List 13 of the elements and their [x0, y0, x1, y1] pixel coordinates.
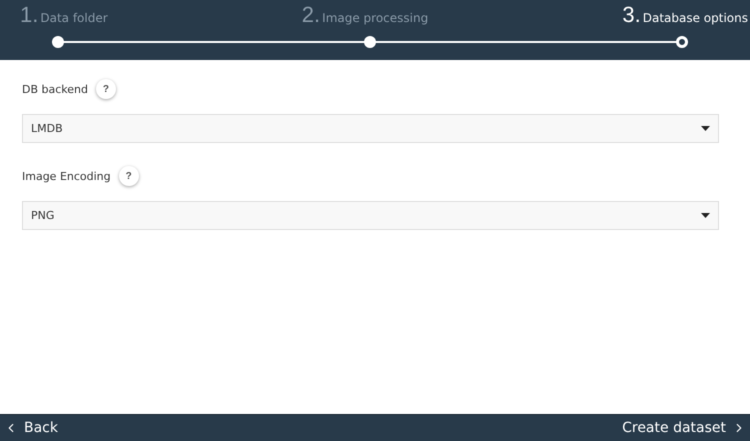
dropdown[interactable]: LMDB — [22, 114, 719, 143]
step-label[interactable]: 1.Data folder — [20, 2, 108, 28]
back-button[interactable]: Back — [0, 420, 62, 436]
field-label: DB backend — [22, 82, 88, 96]
field-label: Image Encoding — [22, 170, 111, 182]
caret-icon — [701, 213, 710, 218]
step-label[interactable]: 2.Image processing — [302, 2, 428, 28]
caret-icon — [701, 126, 710, 131]
create-dataset-button[interactable]: Create dataset — [618, 420, 750, 436]
step-label[interactable]: 3.Database options — [622, 2, 748, 28]
help-button[interactable]: ? — [96, 79, 116, 99]
dropdown[interactable]: PNG — [22, 201, 719, 230]
help-button[interactable]: ? — [118, 166, 139, 186]
